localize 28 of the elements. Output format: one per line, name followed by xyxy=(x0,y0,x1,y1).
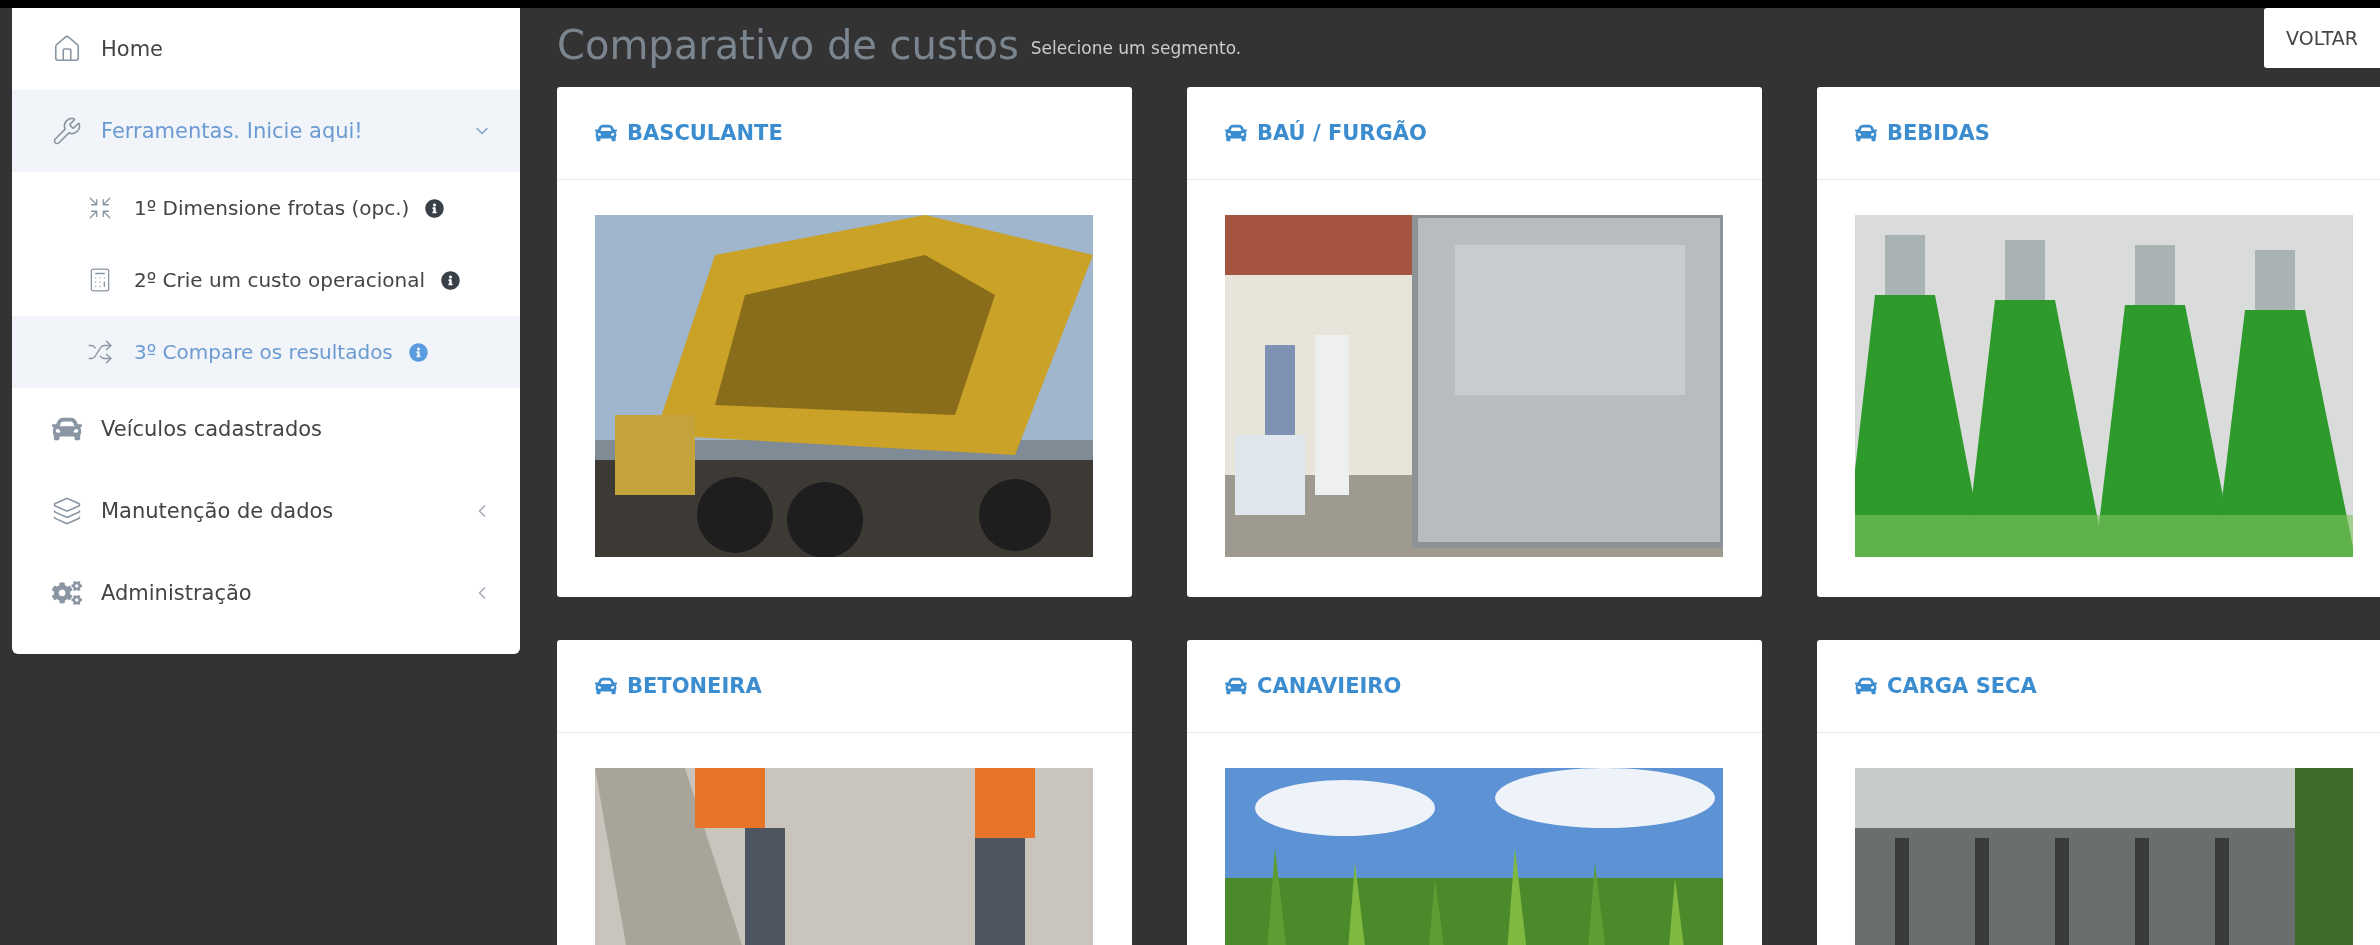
car-icon xyxy=(49,414,85,444)
segment-card[interactable]: BAÚ / FURGÃO xyxy=(1187,87,1762,597)
submenu-item[interactable]: 3º Compare os resultados xyxy=(12,316,520,388)
info-icon xyxy=(408,342,428,362)
segment-card[interactable]: CARGA SECA xyxy=(1817,640,2380,945)
card-title: BEBIDAS xyxy=(1887,121,1990,145)
card-title: CARGA SECA xyxy=(1887,674,2037,698)
page-subtitle: Selecione um segmento. xyxy=(1030,38,1242,58)
segment-card[interactable]: BASCULANTE xyxy=(557,87,1132,597)
gears-icon xyxy=(49,578,85,608)
card-title: BAÚ / FURGÃO xyxy=(1257,121,1427,145)
car-icon xyxy=(1855,675,1877,697)
card-title: CANAVIEIRO xyxy=(1257,674,1402,698)
info-icon xyxy=(440,270,460,290)
car-icon xyxy=(595,675,617,697)
back-button[interactable]: VOLTAR xyxy=(2264,8,2380,68)
car-icon xyxy=(1225,675,1247,697)
car-icon xyxy=(1855,122,1877,144)
page-title: Comparativo de custos xyxy=(557,22,1019,68)
car-icon xyxy=(1225,122,1247,144)
car-icon xyxy=(595,122,617,144)
info-icon xyxy=(425,198,445,218)
card-title: BETONEIRA xyxy=(627,674,762,698)
segment-card[interactable]: CANAVIEIRO xyxy=(1187,640,1762,945)
segment-card[interactable]: BEBIDAS xyxy=(1817,87,2380,597)
sidebar-item[interactable]: Ferramentas. Inicie aqui! xyxy=(12,90,520,172)
segment-card[interactable]: BETONEIRA xyxy=(557,640,1132,945)
card-title: BASCULANTE xyxy=(627,121,783,145)
